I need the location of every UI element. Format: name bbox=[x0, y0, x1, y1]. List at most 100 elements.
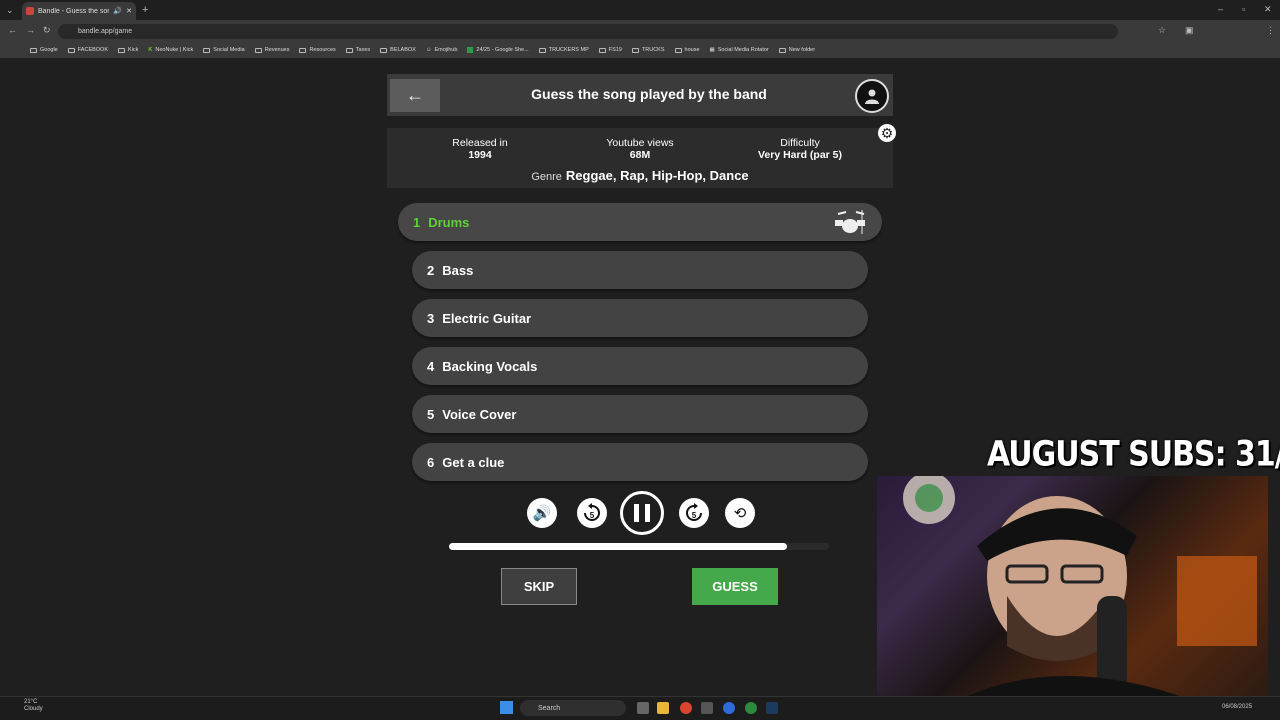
bookmark-item[interactable]: house bbox=[674, 47, 700, 53]
bookmark-label: Revenues bbox=[264, 47, 290, 53]
gear-icon[interactable]: ⚙ bbox=[878, 124, 896, 142]
bookmark-item[interactable]: New folder bbox=[778, 47, 815, 53]
progress-fill bbox=[449, 543, 788, 550]
clue-label: Bass bbox=[442, 262, 474, 278]
grid-icon: ▦ bbox=[709, 47, 715, 53]
repeat-icon: ⟲ bbox=[733, 505, 747, 522]
menu-icon[interactable]: ⋮ bbox=[1266, 25, 1275, 36]
minimize-icon[interactable]: – bbox=[1218, 4, 1223, 14]
taskbar-date[interactable]: 06/08/2025 bbox=[1222, 704, 1252, 710]
guess-button[interactable]: GUESS bbox=[692, 568, 778, 605]
clue-label: Voice Cover bbox=[442, 406, 517, 422]
bookmark-item[interactable]: Revenues bbox=[254, 47, 290, 53]
folder-icon bbox=[345, 47, 353, 53]
file-explorer-icon[interactable] bbox=[657, 702, 669, 714]
bookmark-item[interactable]: Google bbox=[30, 47, 58, 53]
back-nav-icon[interactable]: ← bbox=[8, 25, 17, 35]
forward-5-button[interactable]: 5 bbox=[679, 498, 709, 528]
folder-icon bbox=[598, 47, 606, 53]
close-window-icon[interactable]: ✕ bbox=[1264, 4, 1272, 15]
clue-electric-guitar[interactable]: 3 Electric Guitar bbox=[412, 299, 868, 337]
folder-icon bbox=[30, 47, 37, 53]
forward-nav-icon[interactable]: → bbox=[26, 25, 35, 35]
volume-button[interactable]: 🔊 bbox=[527, 498, 557, 528]
bookmark-item[interactable]: 24/25 - Google She... bbox=[467, 47, 529, 53]
clue-drums[interactable]: 1 Drums bbox=[398, 203, 882, 241]
genre-info: Genre Reggae, Rap, Hip-Hop, Dance bbox=[387, 168, 893, 183]
folder-icon bbox=[631, 47, 639, 53]
app-icon[interactable] bbox=[701, 702, 713, 714]
back-button[interactable]: ← bbox=[390, 79, 440, 112]
clue-label: Get a clue bbox=[442, 454, 505, 470]
bookmark-item[interactable]: Kick bbox=[118, 47, 138, 53]
url-input[interactable]: bandle.app/game bbox=[58, 24, 1118, 39]
bookmark-item[interactable]: TRUCKS bbox=[631, 47, 665, 53]
browser-tab[interactable]: Bandle - Guess the song, o 🔊 ✕ bbox=[22, 2, 136, 20]
webcam-image bbox=[903, 476, 1257, 706]
folder-icon bbox=[674, 47, 682, 53]
bookmark-label: Resources bbox=[309, 47, 336, 53]
clue-number: 2 bbox=[427, 262, 435, 278]
svg-text:5: 5 bbox=[590, 511, 595, 520]
profile-button[interactable] bbox=[855, 79, 889, 113]
bookmarks-bar: Google FACEBOOK Kick K NeoNuke | Kick Soc… bbox=[0, 42, 1280, 58]
steam-icon[interactable] bbox=[766, 702, 778, 714]
app-icon[interactable] bbox=[723, 702, 735, 714]
taskbar-search[interactable]: Search bbox=[520, 700, 626, 716]
folder-icon bbox=[67, 47, 75, 53]
tab-search-icon[interactable]: ⌄ bbox=[6, 5, 14, 16]
folder-icon bbox=[299, 47, 307, 53]
bookmark-item[interactable]: Taxes bbox=[345, 47, 371, 53]
chrome-icon[interactable] bbox=[680, 702, 692, 714]
bookmark-label: Social Media bbox=[213, 47, 245, 53]
page-title: Guess the song played by the band bbox=[531, 86, 767, 102]
bookmark-label: NeoNuke | Kick bbox=[155, 47, 194, 53]
bookmark-item[interactable]: Resources bbox=[299, 47, 336, 53]
rewind-icon: 5 bbox=[584, 503, 600, 521]
clue-number: 4 bbox=[427, 358, 435, 374]
maximize-icon[interactable]: ▫ bbox=[1242, 4, 1245, 14]
bookmark-item[interactable]: ☺ Emojihub bbox=[426, 47, 458, 53]
clue-number: 3 bbox=[427, 310, 435, 326]
bookmark-item[interactable]: FS19 bbox=[598, 47, 622, 53]
bookmark-label: Google bbox=[40, 47, 58, 53]
bookmark-label: BELABOX bbox=[390, 47, 416, 53]
forward-icon: 5 bbox=[686, 503, 702, 521]
skip-button[interactable]: SKIP bbox=[501, 568, 577, 605]
bookmark-item[interactable]: FACEBOOK bbox=[67, 47, 108, 53]
weather-widget[interactable]: 21°C Cloudy bbox=[8, 699, 43, 713]
pause-button[interactable] bbox=[620, 491, 664, 535]
bookmark-item[interactable]: BELABOX bbox=[380, 47, 416, 53]
repeat-button[interactable]: ⟲ bbox=[725, 498, 755, 528]
xbox-icon[interactable] bbox=[745, 702, 757, 714]
clue-get-a-clue[interactable]: 6 Get a clue bbox=[412, 443, 868, 481]
bookmark-star-icon[interactable]: ☆ bbox=[1158, 25, 1166, 36]
speaker-icon: 🔊 bbox=[532, 505, 552, 522]
clue-bass[interactable]: 2 Bass bbox=[412, 251, 868, 289]
folder-icon bbox=[538, 47, 546, 53]
bookmark-label: house bbox=[684, 47, 700, 53]
rewind-5-button[interactable]: 5 bbox=[577, 498, 607, 528]
folder-icon bbox=[380, 47, 388, 53]
clue-backing-vocals[interactable]: 4 Backing Vocals bbox=[412, 347, 868, 385]
bookmark-label: Taxes bbox=[355, 47, 371, 53]
clue-label: Drums bbox=[428, 214, 470, 230]
extensions-icon[interactable]: ▣ bbox=[1185, 25, 1194, 36]
bookmark-item[interactable]: K NeoNuke | Kick bbox=[148, 47, 193, 53]
bookmark-item[interactable]: Social Media bbox=[203, 47, 245, 53]
difficulty-info: Difficulty Very Hard (par 5) bbox=[730, 137, 870, 161]
bookmark-item[interactable]: TRUCKERS MP bbox=[538, 47, 589, 53]
url-text: bandle.app/game bbox=[78, 28, 133, 35]
new-tab-icon[interactable]: + bbox=[142, 4, 148, 16]
bookmark-label: 24/25 - Google She... bbox=[476, 47, 529, 53]
close-tab-icon[interactable]: ✕ bbox=[126, 7, 132, 15]
clue-number: 1 bbox=[413, 214, 421, 230]
windows-start-icon[interactable] bbox=[500, 701, 513, 714]
speaker-icon[interactable]: 🔊 bbox=[113, 7, 122, 15]
genre-label: Genre bbox=[531, 171, 562, 183]
reload-icon[interactable]: ↻ bbox=[43, 25, 51, 36]
clue-voice-cover[interactable]: 5 Voice Cover bbox=[412, 395, 868, 433]
genre-value: Reggae, Rap, Hip-Hop, Dance bbox=[565, 168, 749, 183]
task-view-icon[interactable] bbox=[637, 702, 649, 714]
bookmark-item[interactable]: ▦ Social Media Rotator bbox=[710, 47, 769, 53]
